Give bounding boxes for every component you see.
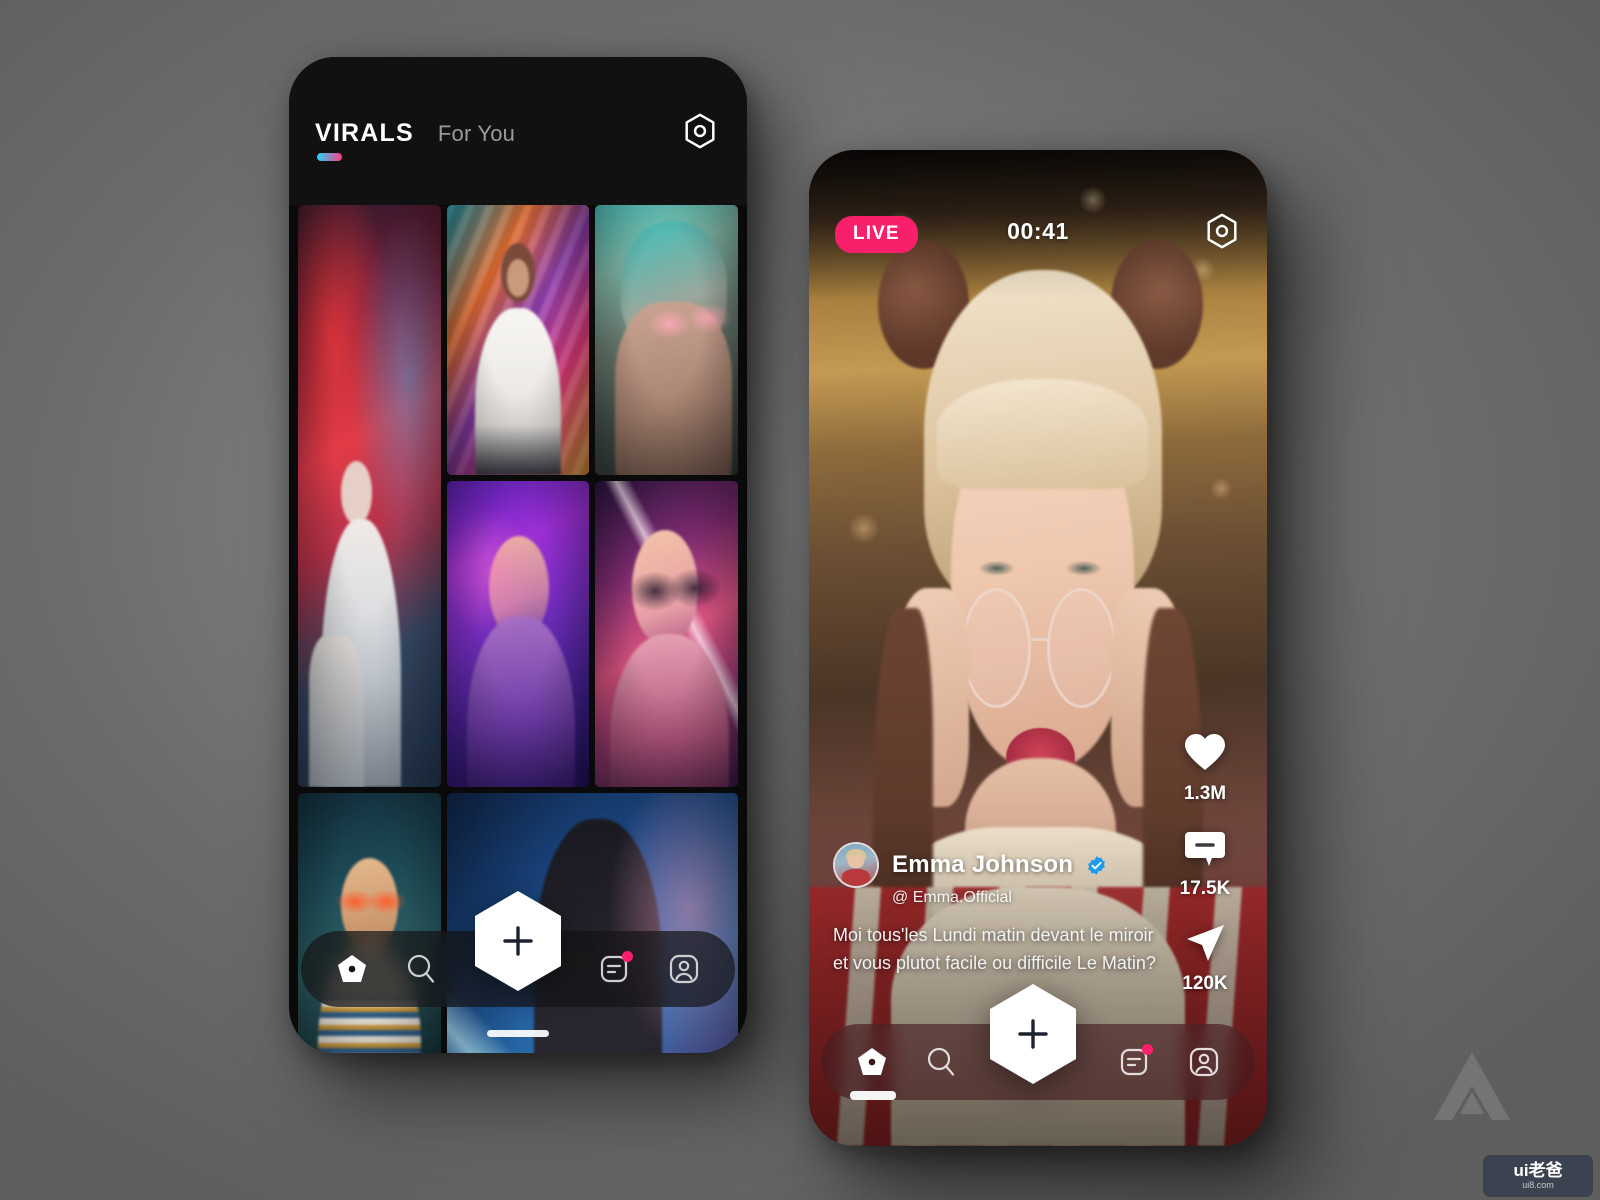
comment-icon[interactable] [1182, 825, 1228, 871]
tab-for-you-label: For You [437, 121, 516, 146]
home-indicator [850, 1091, 896, 1100]
search-icon[interactable] [404, 952, 438, 986]
verified-badge-icon [1086, 855, 1107, 876]
creator-row[interactable]: Emma Johnson [833, 842, 1157, 889]
creator-info: Emma Johnson @ Emma.Official Moi tous'le… [833, 842, 1157, 978]
notification-badge [622, 951, 633, 962]
grid-tile[interactable] [298, 793, 441, 1053]
left-header: VIRALS For You [289, 57, 747, 205]
phone-right-live: LIVE 00:41 1.3M 17.5K 120K Emma Johnson … [809, 150, 1267, 1146]
avatar[interactable] [833, 842, 879, 889]
home-icon[interactable] [855, 1045, 889, 1079]
tab-virals[interactable]: VIRALS [315, 119, 414, 161]
feed-icon[interactable] [598, 951, 633, 986]
grid-tile[interactable] [595, 481, 738, 787]
profile-icon[interactable] [667, 952, 701, 986]
tab-for-you[interactable]: For You [438, 121, 515, 147]
creator-name: Emma Johnson [892, 851, 1074, 879]
action-rail: 1.3M 17.5K 120K [1167, 730, 1243, 1015]
live-timer: 00:41 [1007, 218, 1069, 244]
grid-tile[interactable] [446, 481, 590, 787]
post-caption: Moi tous'les Lundi matin devant le miroi… [833, 925, 1156, 974]
phone-left-feed: VIRALS For You [289, 57, 747, 1053]
brand-logo-icon [1424, 1046, 1520, 1130]
active-tab-indicator [317, 153, 342, 161]
create-button[interactable] [986, 982, 1080, 1086]
creator-handle: @ Emma.Official [892, 889, 1012, 907]
like-action[interactable]: 1.3M [1182, 730, 1228, 805]
share-count: 120K [1182, 973, 1228, 994]
watermark-brand: ui老爸 [1513, 1161, 1563, 1180]
create-button[interactable] [471, 889, 565, 993]
share-icon[interactable] [1182, 920, 1228, 966]
ui8-watermark: ui老爸 ui8.com [1483, 1155, 1593, 1197]
search-icon[interactable] [924, 1045, 958, 1079]
home-icon[interactable] [335, 952, 369, 986]
grid-tile[interactable] [595, 205, 738, 475]
hexagon-camera-icon[interactable] [1203, 212, 1241, 250]
watermark-url: ui8.com [1522, 1180, 1554, 1190]
grid-tile[interactable] [298, 205, 441, 787]
comment-action[interactable]: 17.5K [1179, 825, 1231, 900]
comment-count: 17.5K [1179, 878, 1231, 899]
heart-icon[interactable] [1182, 730, 1228, 776]
profile-icon[interactable] [1187, 1045, 1221, 1079]
grid-tile[interactable] [446, 205, 590, 475]
tab-virals-label: VIRALS [315, 119, 414, 147]
like-count: 1.3M [1183, 783, 1227, 804]
share-action[interactable]: 120K [1182, 920, 1228, 995]
notification-badge [1142, 1044, 1153, 1055]
feed-icon[interactable] [1118, 1044, 1153, 1079]
header-tabs: VIRALS For You [315, 119, 515, 161]
hexagon-camera-icon[interactable] [681, 112, 719, 150]
home-indicator [487, 1030, 549, 1037]
